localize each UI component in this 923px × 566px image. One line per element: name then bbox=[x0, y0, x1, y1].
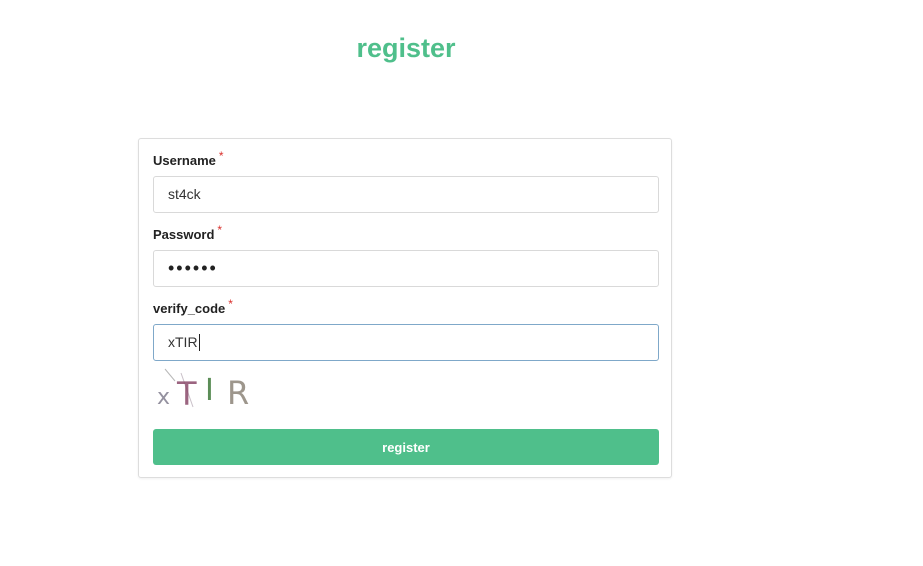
password-input-value: •••••• bbox=[168, 258, 218, 278]
username-field-group: Username * st4ck bbox=[153, 149, 659, 215]
password-label: Password * bbox=[153, 223, 659, 243]
verify-code-label: verify_code * bbox=[153, 297, 659, 317]
verify-code-field-group: verify_code * xTIR bbox=[153, 297, 659, 363]
captcha-char: R bbox=[227, 374, 249, 411]
required-mark: * bbox=[228, 297, 233, 311]
register-page: register Username * st4ck Password * •••••… bbox=[0, 0, 923, 566]
captcha-char: I bbox=[205, 373, 214, 408]
required-mark: * bbox=[218, 149, 224, 163]
verify-code-input[interactable]: xTIR bbox=[153, 324, 659, 361]
register-form: Username * st4ck Password * •••••• verify_… bbox=[138, 138, 672, 478]
register-button[interactable]: register bbox=[153, 429, 659, 465]
required-mark: * bbox=[217, 223, 223, 237]
username-input-value: st4ck bbox=[168, 186, 201, 202]
verify-code-label-text: verify_code bbox=[153, 301, 226, 316]
password-field-group: Password * •••••• bbox=[153, 223, 659, 289]
password-input[interactable]: •••••• bbox=[153, 250, 659, 287]
username-label-text: Username bbox=[153, 153, 216, 168]
captcha-char: T bbox=[176, 375, 197, 411]
captcha-image[interactable]: x T I R bbox=[153, 367, 263, 411]
username-label: Username * bbox=[153, 149, 659, 169]
username-input[interactable]: st4ck bbox=[153, 176, 659, 213]
page-title: register bbox=[356, 33, 456, 63]
text-caret bbox=[198, 333, 200, 351]
password-label-text: Password bbox=[153, 227, 215, 242]
captcha-noise-line bbox=[164, 368, 176, 382]
captcha-char: x bbox=[157, 385, 170, 410]
verify-code-input-value: xTIR bbox=[168, 334, 198, 350]
